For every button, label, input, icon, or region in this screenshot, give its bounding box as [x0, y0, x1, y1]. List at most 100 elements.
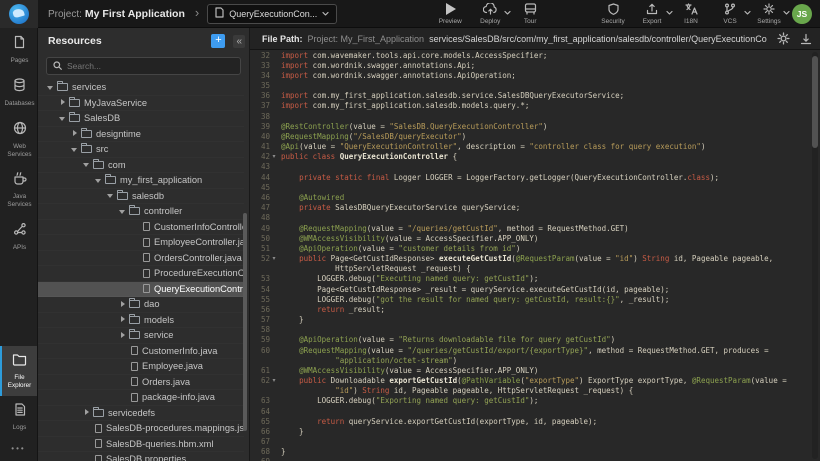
add-resource-button[interactable]: + — [211, 34, 225, 48]
tree-toggle-icon[interactable] — [70, 129, 79, 138]
resource-tree: services MyJavaService SalesDBdesigntimesr… — [38, 80, 244, 461]
tree-toggle-icon[interactable] — [82, 160, 91, 169]
tree-folder-models[interactable]: models — [38, 313, 244, 329]
project-name: My First Application — [85, 8, 185, 20]
rail-item-pages[interactable]: Pages — [0, 28, 37, 71]
tree-item-label: controller — [144, 206, 182, 216]
wavemaker-logo[interactable] — [0, 0, 38, 28]
deploy-button[interactable]: Deploy — [477, 3, 503, 25]
folder-icon — [57, 83, 68, 91]
security-button[interactable]: Security — [600, 3, 626, 25]
collapse-panel-button[interactable]: « — [233, 35, 245, 48]
line-number: 68 — [250, 447, 270, 456]
fold-toggle-icon[interactable]: ▾ — [270, 376, 278, 386]
line-number: 43 — [250, 162, 270, 171]
file-selector-dropdown[interactable]: QueryExecutionCon... — [207, 4, 337, 24]
code-text: public Downloadable exportGetCustId(@Pat… — [281, 376, 787, 385]
i18n-button[interactable]: I18N — [678, 3, 704, 25]
export-button[interactable]: Export — [639, 3, 665, 25]
settings-button[interactable]: Settings — [756, 3, 782, 25]
tree-file-procedureexecutioncontroller-java[interactable]: ProcedureExecutionController.java — [38, 266, 244, 282]
tree-file-customerinfo-java[interactable]: CustomerInfo.java — [38, 344, 244, 360]
file-icon — [95, 439, 102, 448]
tree-file-salesdb-procedures-mappings-json[interactable]: SalesDB-procedures.mappings.json — [38, 421, 244, 437]
tree-toggle-icon[interactable] — [106, 191, 115, 200]
code-text: LOGGER.debug("Exporting named query: get… — [281, 396, 538, 405]
more-options-icon[interactable]: ••• — [0, 438, 37, 461]
line-number: 36 — [250, 91, 270, 100]
line-number: 37 — [250, 101, 270, 110]
code-text: "id") String id, Pageable pageable, Http… — [281, 386, 633, 395]
tree-toggle-icon[interactable] — [70, 145, 79, 154]
folder-icon — [93, 161, 104, 169]
tree-folder-designtime[interactable]: designtime — [38, 127, 244, 143]
vcs-button[interactable]: VCS — [717, 3, 743, 25]
tree-file-customerinfocontroller-java[interactable]: CustomerInfoController.java — [38, 220, 244, 236]
code-line: 51 @ApiOperation(value = "customer detai… — [250, 243, 820, 253]
tree-toggle-icon[interactable] — [118, 315, 127, 324]
line-number: 61 — [250, 366, 270, 375]
tree-folder-com[interactable]: com — [38, 158, 244, 174]
folder-icon — [129, 207, 140, 215]
tree-folder-src[interactable]: src — [38, 142, 244, 158]
line-number: 53 — [250, 274, 270, 283]
tree-file-orderscontroller-java[interactable]: OrdersController.java — [38, 251, 244, 267]
tree-file-salesdb-properties[interactable]: SalesDB.properties — [38, 452, 244, 461]
tree-folder-salesdb[interactable]: SalesDB — [38, 111, 244, 127]
tree-scrollbar[interactable] — [243, 213, 247, 431]
tree-folder-my-first-application[interactable]: my_first_application — [38, 173, 244, 189]
tree-item-label: package-info.java — [142, 392, 215, 402]
tree-toggle-icon[interactable] — [46, 83, 55, 92]
tree-file-package-info-java[interactable]: package-info.java — [38, 390, 244, 406]
tree-folder-myjavaservice[interactable]: MyJavaService — [38, 96, 244, 112]
rail-item-web-services[interactable]: Web Services — [0, 114, 37, 165]
rail-item-java-services[interactable]: Java Services — [0, 164, 37, 215]
rail-item-databases[interactable]: Databases — [0, 71, 37, 114]
fold-toggle-icon[interactable]: ▾ — [270, 152, 278, 162]
tree-toggle-icon[interactable] — [58, 114, 67, 123]
tree-toggle-icon[interactable] — [118, 331, 127, 340]
code-editor[interactable]: 32import com.wavemaker.tools.api.core.mo… — [250, 50, 820, 461]
tour-button[interactable]: Tour — [517, 3, 543, 25]
tree-toggle-icon[interactable] — [58, 98, 67, 107]
tree-file-queryexecutioncontroller-java[interactable]: QueryExecutionController.java — [38, 282, 244, 298]
tree-item-label: models — [144, 315, 174, 325]
chevron-down-icon — [666, 9, 673, 16]
tree-folder-service[interactable]: service — [38, 328, 244, 344]
spacer — [118, 393, 127, 402]
editor-settings-icon[interactable] — [777, 32, 790, 45]
tree-toggle-icon[interactable] — [118, 207, 127, 216]
tree-toggle-icon[interactable] — [118, 300, 127, 309]
tree-file-orders-java[interactable]: Orders.java — [38, 375, 244, 391]
download-file-icon[interactable] — [800, 33, 812, 45]
tree-file-salesdb-queries-hbm-xml[interactable]: SalesDB-queries.hbm.xml — [38, 437, 244, 453]
rail-item-logs[interactable]: Logs — [0, 396, 37, 438]
tree-item-label: CustomerInfoController.java — [154, 222, 244, 232]
tree-folder-controller[interactable]: controller — [38, 204, 244, 220]
preview-button[interactable]: Preview — [437, 3, 463, 25]
user-avatar[interactable]: JS — [792, 4, 812, 24]
tree-file-employeecontroller-java[interactable]: EmployeeController.java — [38, 235, 244, 251]
line-number: 47 — [250, 203, 270, 212]
tree-file-employee-java[interactable]: Employee.java — [38, 359, 244, 375]
tree-folder-salesdb[interactable]: salesdb — [38, 189, 244, 205]
code-line: 60 @RequestMapping(value = "/queries/get… — [250, 345, 820, 355]
tree-toggle-icon[interactable] — [82, 408, 91, 417]
code-line: 53 LOGGER.debug("Executing named query: … — [250, 274, 820, 284]
resources-search[interactable] — [46, 57, 241, 75]
tree-item-label: SalesDB-queries.hbm.xml — [106, 439, 213, 449]
tree-folder-servicedefs[interactable]: servicedefs — [38, 406, 244, 422]
tree-folder-dao[interactable]: dao — [38, 297, 244, 313]
tree-item-label: ProcedureExecutionController.java — [154, 268, 244, 278]
fold-toggle-icon[interactable]: ▾ — [270, 254, 278, 264]
file-path-value: services/SalesDB/src/com/my_first_applic… — [429, 34, 767, 44]
tree-folder-services[interactable]: services — [38, 80, 244, 96]
tree-toggle-icon[interactable] — [94, 176, 103, 185]
search-input[interactable] — [67, 61, 234, 71]
databases-icon — [13, 78, 26, 97]
editor-scrollbar-thumb[interactable] — [812, 56, 818, 148]
rail-item-apis[interactable]: APIs — [0, 215, 37, 258]
tree-item-label: MyJavaService — [84, 98, 147, 108]
code-line: 58 — [250, 325, 820, 335]
rail-item-file-explorer[interactable]: File Explorer — [0, 346, 37, 396]
